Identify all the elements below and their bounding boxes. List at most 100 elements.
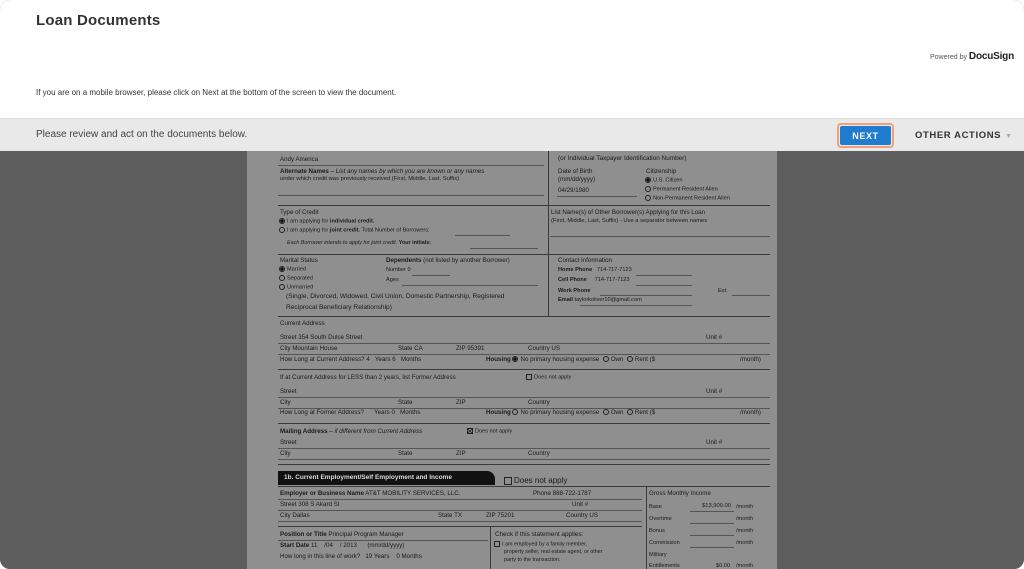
powered-by-prefix: Powered by: [930, 54, 967, 61]
citizenship-label: Citizenship: [646, 168, 677, 175]
mailing-address-label: Mailing Address – if different from Curr…: [280, 428, 423, 435]
mobile-notice: If you are on a mobile browser, please c…: [36, 88, 397, 97]
page-header: Loan Documents Powered by DocuSign If yo…: [0, 0, 1024, 118]
marital-married[interactable]: Married: [279, 266, 306, 272]
employer-name: Employer or Business Name AT&T MOBILITY …: [280, 490, 461, 497]
work-phone: Work Phone: [558, 288, 591, 294]
current-state: State CA: [398, 345, 423, 352]
dob-label: Date of Birth: [558, 168, 593, 175]
check-statement-3: party to the transaction.: [504, 557, 561, 563]
current-unit: Unit #: [706, 334, 723, 341]
income-entitlements-label: Entitlements: [649, 563, 680, 569]
email: Email taylorkoliver10@gmail.com: [558, 297, 642, 303]
powered-by: Powered by DocuSign: [930, 51, 1014, 62]
former-city: City: [280, 399, 291, 406]
check-statement-2: property seller, real estate agent, or o…: [504, 549, 603, 555]
income-overtime-month: /month: [736, 516, 754, 522]
start-date: Start Date 11 /04 / 2013 (mm/dd/yyyy): [280, 542, 405, 549]
mailing-city: City: [280, 450, 291, 457]
current-housing: Housing No primary housing expense Own R…: [486, 356, 656, 363]
home-phone: Home Phone 714-717-7123: [558, 267, 632, 273]
former-country: Country: [528, 399, 550, 406]
dependents-label: Dependents (not listed by another Borrow…: [386, 257, 510, 264]
former-housing: Housing No primary housing expense Own R…: [486, 409, 656, 416]
income-bonus-month: /month: [736, 528, 754, 534]
income-entitlements-month: /month: [736, 563, 754, 569]
employment-dna-checkbox[interactable]: Does not apply: [504, 476, 567, 485]
mailing-country: Country: [528, 450, 550, 457]
dependents-ages: Ages: [386, 277, 399, 283]
mailing-dna-checkbox[interactable]: Does not apply: [467, 428, 512, 434]
action-bar: Please review and act on the documents b…: [0, 118, 1024, 151]
dependents-number: Number 0: [386, 267, 411, 273]
cell-phone: Cell Phone 714-717-7123: [558, 277, 630, 283]
marital-unmarried[interactable]: Unmarried: [279, 284, 313, 290]
current-country: Country US: [528, 345, 561, 352]
current-address-label: Current Address: [280, 320, 325, 327]
check-statement-label: Check if this statement applies:: [495, 531, 584, 538]
current-city: City Mountain House: [280, 345, 338, 352]
income-entitlements-value: $0.00: [716, 563, 730, 569]
borrower-name-value: Andy America: [280, 156, 319, 163]
dob-format: (mm/dd/yyyy): [558, 176, 596, 183]
former-unit: Unit #: [706, 388, 723, 395]
income-overtime-label: Overtime: [649, 516, 672, 522]
mailing-state: State: [398, 450, 413, 457]
position-title: Position or Title Principal Program Mana…: [280, 531, 404, 538]
mailing-street: Street: [280, 439, 297, 446]
former-address-label: If at Current Address for LESS than 2 ye…: [280, 374, 456, 381]
former-dna-checkbox[interactable]: Does not apply: [526, 374, 571, 380]
review-instruction: Please review and act on the documents b…: [36, 129, 248, 140]
document-content: Andy America Alternate Names – List any …: [0, 151, 1024, 569]
income-commission-month: /month: [736, 540, 754, 546]
current-zip: ZIP 95391: [456, 345, 485, 352]
individual-credit-radio[interactable]: I am applying for individual credit.: [279, 218, 374, 224]
employer-zip: ZIP 75201: [486, 512, 515, 519]
next-button-label: NEXT: [840, 126, 891, 145]
former-rent-month: /month): [740, 409, 761, 416]
alternate-names-hint: under which credit was previously receiv…: [280, 176, 460, 182]
former-how-long: How Long at Former Address? Years 0 Mont…: [280, 409, 421, 416]
marital-separated[interactable]: Separated: [279, 275, 313, 281]
other-actions-label: OTHER ACTIONS: [915, 130, 1002, 141]
docusign-logo: DocuSign: [968, 51, 1014, 62]
citizenship-nonpermanent[interactable]: Non-Permanent Resident Alien: [645, 195, 730, 201]
family-employer-checkbox[interactable]: I am employed by a family member,: [494, 541, 587, 547]
line-of-work: How long in this line of work? 19 Years …: [280, 553, 422, 560]
current-how-long: How Long at Current Address? 4 Years 6 M…: [280, 356, 422, 363]
gross-income-label: Gross Monthly Income: [649, 490, 711, 497]
income-bonus-label: Bonus: [649, 528, 665, 534]
other-borrowers-label: List Name(s) of Other Borrower(s) Applyi…: [551, 209, 706, 216]
joint-credit-radio[interactable]: I am applying for joint credit. Total Nu…: [279, 227, 430, 233]
income-commission-label: Commission: [649, 540, 680, 546]
other-borrowers-hint: (First, Middle, Last, Suffix) - Use a se…: [551, 218, 708, 224]
income-base-value: $13,900.00: [702, 503, 732, 509]
former-street: Street: [280, 388, 297, 395]
employer-state: State TX: [438, 512, 462, 519]
income-military-label: Military: [649, 552, 667, 558]
ext-label: Ext.: [718, 288, 728, 294]
contact-info-label: Contact Information: [558, 257, 612, 264]
employer-city: City Dallas: [280, 512, 310, 519]
marital-hint-1: (Single, Divorced, Widowed, Civil Union,…: [286, 293, 505, 300]
employer-street: Street 308 S Akard St: [280, 501, 340, 508]
employer-unit: Unit #: [572, 501, 589, 508]
income-base-label: Base: [649, 504, 662, 510]
marital-status-label: Marital Status: [280, 257, 318, 264]
page-title: Loan Documents: [36, 12, 161, 29]
section-1b-header: 1b. Current Employment/Self Employment a…: [278, 471, 495, 485]
citizenship-us[interactable]: U.S. Citizen: [645, 177, 683, 183]
mailing-zip: ZIP: [456, 450, 466, 457]
current-rent-month: /month): [740, 356, 761, 363]
former-state: State: [398, 399, 413, 406]
joint-credit-initials: Each Borrower intends to apply for joint…: [287, 240, 432, 246]
next-button[interactable]: NEXT: [837, 123, 894, 148]
employer-phone: Phone 888-722-1787: [533, 490, 592, 497]
chevron-down-icon: ▼: [1005, 133, 1013, 140]
employer-country: Country US: [566, 512, 599, 519]
marital-hint-2: Reciprocal Beneficiary Relationship): [286, 304, 392, 311]
other-actions-menu[interactable]: OTHER ACTIONS ▼: [915, 130, 1013, 141]
income-base-month: /month: [736, 504, 754, 510]
mailing-unit: Unit #: [706, 439, 723, 446]
citizenship-permanent[interactable]: Permanent Resident Alien: [645, 186, 718, 192]
